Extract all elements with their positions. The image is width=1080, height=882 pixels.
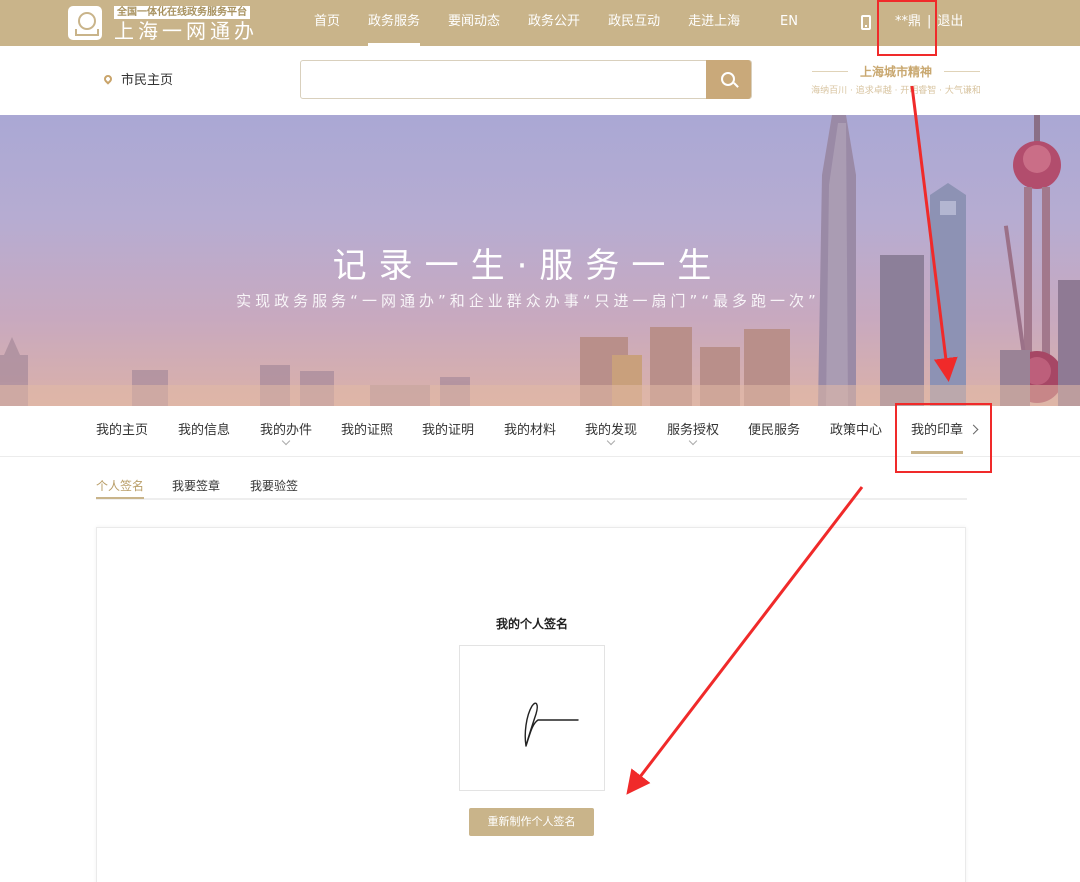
logo-emblem-icon [68, 6, 102, 40]
subnav-label: 服务授权 [667, 423, 720, 438]
language-switch[interactable]: EN [780, 0, 798, 44]
main-nav-item-news[interactable]: 要闻动态 [434, 0, 514, 46]
seal-tabs: 个人签名 我要签章 我要验签 [96, 474, 967, 500]
signature-panel: 我的个人签名 重新制作个人签名 [96, 527, 966, 882]
remake-signature-button[interactable]: 重新制作个人签名 [469, 808, 594, 836]
signature-preview [459, 645, 605, 791]
citizen-home-link[interactable]: 市民主页 [102, 69, 174, 88]
search-bar: 市民主页 上海城市精神 海纳百川 · 追求卓越 · 开明睿智 · 大气谦和 [0, 46, 1080, 115]
tab-personal-signature[interactable]: 个人签名 [96, 477, 145, 499]
subnav-item-my-cases[interactable]: 我的办件 [260, 406, 312, 456]
search-box [300, 60, 752, 99]
main-nav-item-about-shanghai[interactable]: 走进上海 [674, 0, 754, 46]
handwritten-signature-image [524, 702, 579, 747]
mobile-phone-icon[interactable] [861, 15, 871, 30]
subnav-label: 政策中心 [830, 423, 883, 438]
main-nav: 首页 政务服务 要闻动态 政务公开 政民互动 走进上海 [300, 0, 754, 46]
subnav-label: 我的办件 [260, 423, 313, 438]
subnav-label: 我的发现 [585, 423, 638, 438]
main-nav-item-interaction[interactable]: 政民互动 [594, 0, 674, 46]
subnav-item-policy-center[interactable]: 政策中心 [830, 406, 882, 456]
subnav-item-my-certificates[interactable]: 我的证明 [422, 406, 474, 456]
city-spirit-title: 上海城市精神 [798, 63, 994, 80]
main-nav-item-gov-open[interactable]: 政务公开 [514, 0, 594, 46]
city-spirit-slogan: 上海城市精神 海纳百川 · 追求卓越 · 开明睿智 · 大气谦和 [798, 63, 994, 96]
subnav-item-my-discover[interactable]: 我的发现 [585, 406, 637, 456]
logo-name: 上海一网通办 [114, 19, 258, 43]
signature-title: 我的个人签名 [495, 617, 568, 631]
subnav-item-service-auth[interactable]: 服务授权 [667, 406, 719, 456]
annotation-highlight-my-seals [895, 403, 992, 473]
citizen-home-label: 市民主页 [121, 73, 174, 88]
main-nav-item-home[interactable]: 首页 [300, 0, 354, 46]
tab-verify-seal[interactable]: 我要验签 [250, 477, 298, 494]
subnav-item-my-home[interactable]: 我的主页 [96, 406, 148, 456]
subnav-label: 便民服务 [748, 423, 801, 438]
banner-title: 记录一生·服务一生 [332, 246, 724, 286]
banner-subtitle: 实现政务服务“一网通办”和企业群众办事“只进一扇门”“最多跑一次” [236, 292, 820, 310]
location-pin-icon [102, 73, 114, 85]
chevron-down-icon [606, 436, 616, 446]
subnav-item-my-info[interactable]: 我的信息 [178, 406, 230, 456]
subnav-label: 我的证照 [341, 423, 394, 438]
tab-sign-seal[interactable]: 我要签章 [172, 477, 220, 494]
city-spirit-subtitle: 海纳百川 · 追求卓越 · 开明睿智 · 大气谦和 [811, 86, 981, 96]
annotation-highlight-user [877, 0, 937, 56]
subnav-item-my-licenses[interactable]: 我的证照 [341, 406, 393, 456]
site-logo[interactable]: 全国一体化在线政务服务平台 上海一网通办 [68, 5, 258, 43]
subnav-item-convenience[interactable]: 便民服务 [748, 406, 800, 456]
chevron-down-icon [688, 436, 698, 446]
logout-link[interactable]: 退出 [937, 14, 963, 29]
subnav-label: 我的主页 [96, 423, 149, 438]
search-button[interactable] [706, 60, 751, 99]
chevron-down-icon [281, 436, 291, 446]
hero-banner: 记录一生·服务一生 实现政务服务“一网通办”和企业群众办事“只进一扇门”“最多跑… [0, 115, 1080, 406]
subnav-label: 我的信息 [178, 423, 231, 438]
subnav-label: 我的材料 [504, 423, 557, 438]
logo-tagline: 全国一体化在线政务服务平台 [114, 6, 250, 19]
subnav-label: 我的证明 [422, 423, 475, 438]
subnav-item-my-materials[interactable]: 我的材料 [504, 406, 556, 456]
search-input[interactable] [301, 61, 707, 98]
main-nav-item-gov-services[interactable]: 政务服务 [354, 0, 434, 46]
